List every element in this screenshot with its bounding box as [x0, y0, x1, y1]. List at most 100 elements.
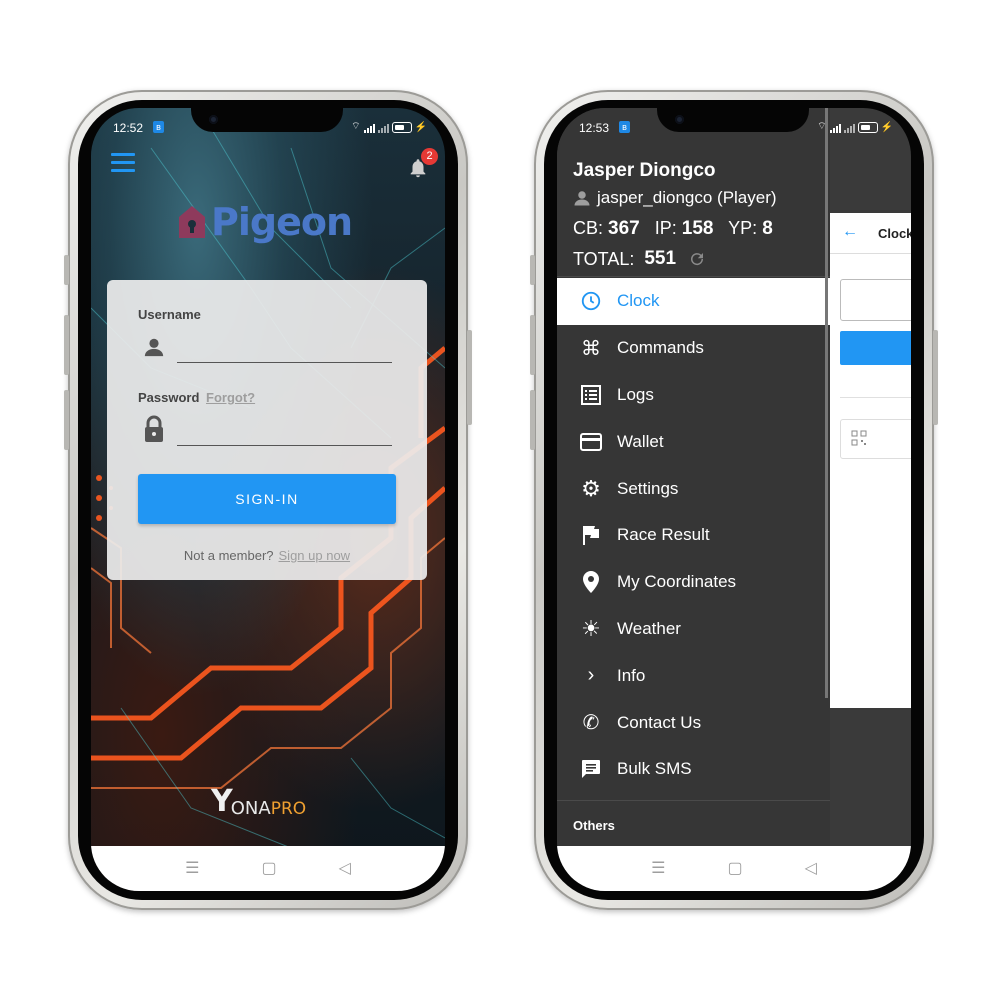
charging-icon: ⚡: [880, 122, 893, 133]
signin-button[interactable]: SIGN-IN: [138, 474, 396, 524]
drawer-menu: Clock ⌘ Commands Logs Wallet ⚙ Settings: [557, 278, 830, 793]
charging-icon: ⚡: [414, 122, 427, 133]
ip-value: 158: [681, 218, 714, 239]
user-handle: jasper_diongco (Player): [597, 188, 777, 207]
house-lock-icon: [179, 206, 205, 238]
wifi-icon: ⌔: [817, 121, 827, 132]
menu-label: My Coordinates: [617, 572, 737, 592]
menu-item-info[interactable]: › Info: [557, 652, 830, 699]
home-square-icon[interactable]: ▢: [261, 860, 276, 877]
total-points-row: TOTAL: 551: [573, 248, 706, 270]
clock-input-field[interactable]: E: [840, 279, 911, 321]
menu-item-bulk-sms[interactable]: Bulk SMS: [557, 746, 830, 793]
password-field[interactable]: [177, 445, 392, 446]
forgot-password-link[interactable]: Forgot?: [206, 390, 255, 405]
menu-label: Commands: [617, 338, 704, 358]
signup-prompt: Not a member? Sign up now: [107, 548, 427, 563]
clock-submit-button[interactable]: [840, 331, 911, 365]
menu-label: Contact Us: [617, 712, 702, 732]
location-pin-icon: [579, 570, 603, 594]
camera: [209, 115, 218, 124]
recents-menu-icon[interactable]: ☰: [651, 860, 665, 877]
person-icon: [574, 191, 590, 206]
home-square-icon[interactable]: ▢: [727, 860, 742, 877]
clock-icon: [579, 289, 603, 313]
brand-main: ONA: [230, 798, 271, 819]
chevron-right-icon: ›: [587, 664, 595, 687]
brand-y: Y: [211, 784, 233, 819]
others-section-label: Others: [573, 818, 615, 833]
status-time: 12:53: [579, 121, 610, 135]
side-button: [530, 255, 535, 285]
notch: [191, 108, 343, 132]
menu-item-my-coordinates[interactable]: My Coordinates: [557, 559, 830, 606]
menu-item-logs[interactable]: Logs: [557, 372, 830, 419]
menu-label: Clock: [617, 291, 660, 311]
clock-panel: ← Clock E: [830, 213, 911, 708]
others-divider: [557, 800, 830, 801]
left-screen: 12:52 ʙ ⌔ ⚡ 2 Pigeon Username Password F…: [91, 108, 445, 891]
back-triangle-icon[interactable]: ◁: [805, 860, 817, 877]
total-value: 551: [644, 248, 677, 269]
app-logo: Pigeon: [177, 200, 353, 244]
card-icon: [579, 430, 603, 454]
divider: [840, 397, 911, 398]
left-phone: 12:52 ʙ ⌔ ⚡ 2 Pigeon Username Password F…: [64, 90, 472, 910]
menu-label: Wallet: [617, 431, 664, 451]
signup-link[interactable]: Sign up now: [279, 548, 351, 563]
battery-icon: [857, 122, 878, 133]
volume-up-button: [64, 315, 69, 375]
header-divider: [557, 276, 830, 277]
menu-label: Weather: [617, 618, 681, 638]
android-nav-bar: ☰ ▢ ◁: [91, 846, 445, 891]
menu-item-settings[interactable]: ⚙ Settings: [557, 465, 830, 512]
menu-label: Settings: [617, 478, 679, 498]
signal-2-icon: [377, 124, 389, 133]
bluetooth-icon: ʙ: [153, 121, 164, 133]
clock-title: Clock: [878, 226, 911, 241]
notification-badge: 2: [421, 148, 438, 165]
status-time: 12:52: [113, 121, 144, 135]
cb-label: CB:: [573, 218, 604, 238]
back-arrow-icon[interactable]: ←: [842, 223, 858, 241]
menu-item-contact-us[interactable]: ✆ Contact Us: [557, 699, 830, 746]
phone-icon: ✆: [582, 712, 600, 735]
menu-item-clock[interactable]: Clock: [557, 278, 830, 325]
user-handle-row: jasper_diongco (Player): [573, 188, 777, 208]
yp-value: 8: [762, 218, 773, 239]
total-label: TOTAL:: [573, 248, 635, 269]
drawer-scrollbar[interactable]: [825, 108, 828, 698]
right-phone: ← Clock E Jasper Diongco jasper_diongco …: [530, 90, 938, 910]
side-button: [64, 255, 69, 285]
back-triangle-icon[interactable]: ◁: [339, 860, 351, 877]
menu-item-race-result[interactable]: Race Result: [557, 512, 830, 559]
menu-item-wallet[interactable]: Wallet: [557, 418, 830, 465]
yp-label: YP:: [728, 218, 758, 238]
cb-value: 367: [608, 218, 640, 239]
notifications-bell-icon[interactable]: 2: [407, 148, 438, 185]
list-icon: [579, 383, 603, 407]
wifi-icon: ⌔: [351, 121, 361, 132]
power-button: [933, 330, 938, 425]
menu-label: Info: [617, 665, 646, 685]
refresh-icon[interactable]: [688, 250, 706, 268]
qr-scan-button[interactable]: [840, 419, 911, 459]
menu-hamburger-icon[interactable]: [111, 153, 135, 177]
not-member-text: Not a member?: [183, 548, 274, 563]
sun-icon: ☀: [581, 615, 601, 641]
message-icon: [579, 757, 603, 781]
volume-down-button: [530, 390, 535, 450]
system-icons: ⌔ ⚡: [351, 120, 427, 133]
login-card: Username Password Forgot? SIGN-IN Not a …: [107, 280, 427, 580]
battery-icon: [391, 122, 412, 133]
user-name: Jasper Diongco: [573, 160, 716, 181]
menu-item-weather[interactable]: ☀ Weather: [557, 606, 830, 653]
signal-icon: [363, 124, 375, 133]
username-label: Username: [138, 307, 201, 322]
qr-code-icon: [851, 430, 867, 446]
menu-item-commands[interactable]: ⌘ Commands: [557, 325, 830, 372]
right-screen: ← Clock E Jasper Diongco jasper_diongco …: [557, 108, 911, 891]
recents-menu-icon[interactable]: ☰: [185, 860, 199, 877]
username-field[interactable]: [177, 362, 392, 363]
bluetooth-icon: ʙ: [619, 121, 630, 133]
